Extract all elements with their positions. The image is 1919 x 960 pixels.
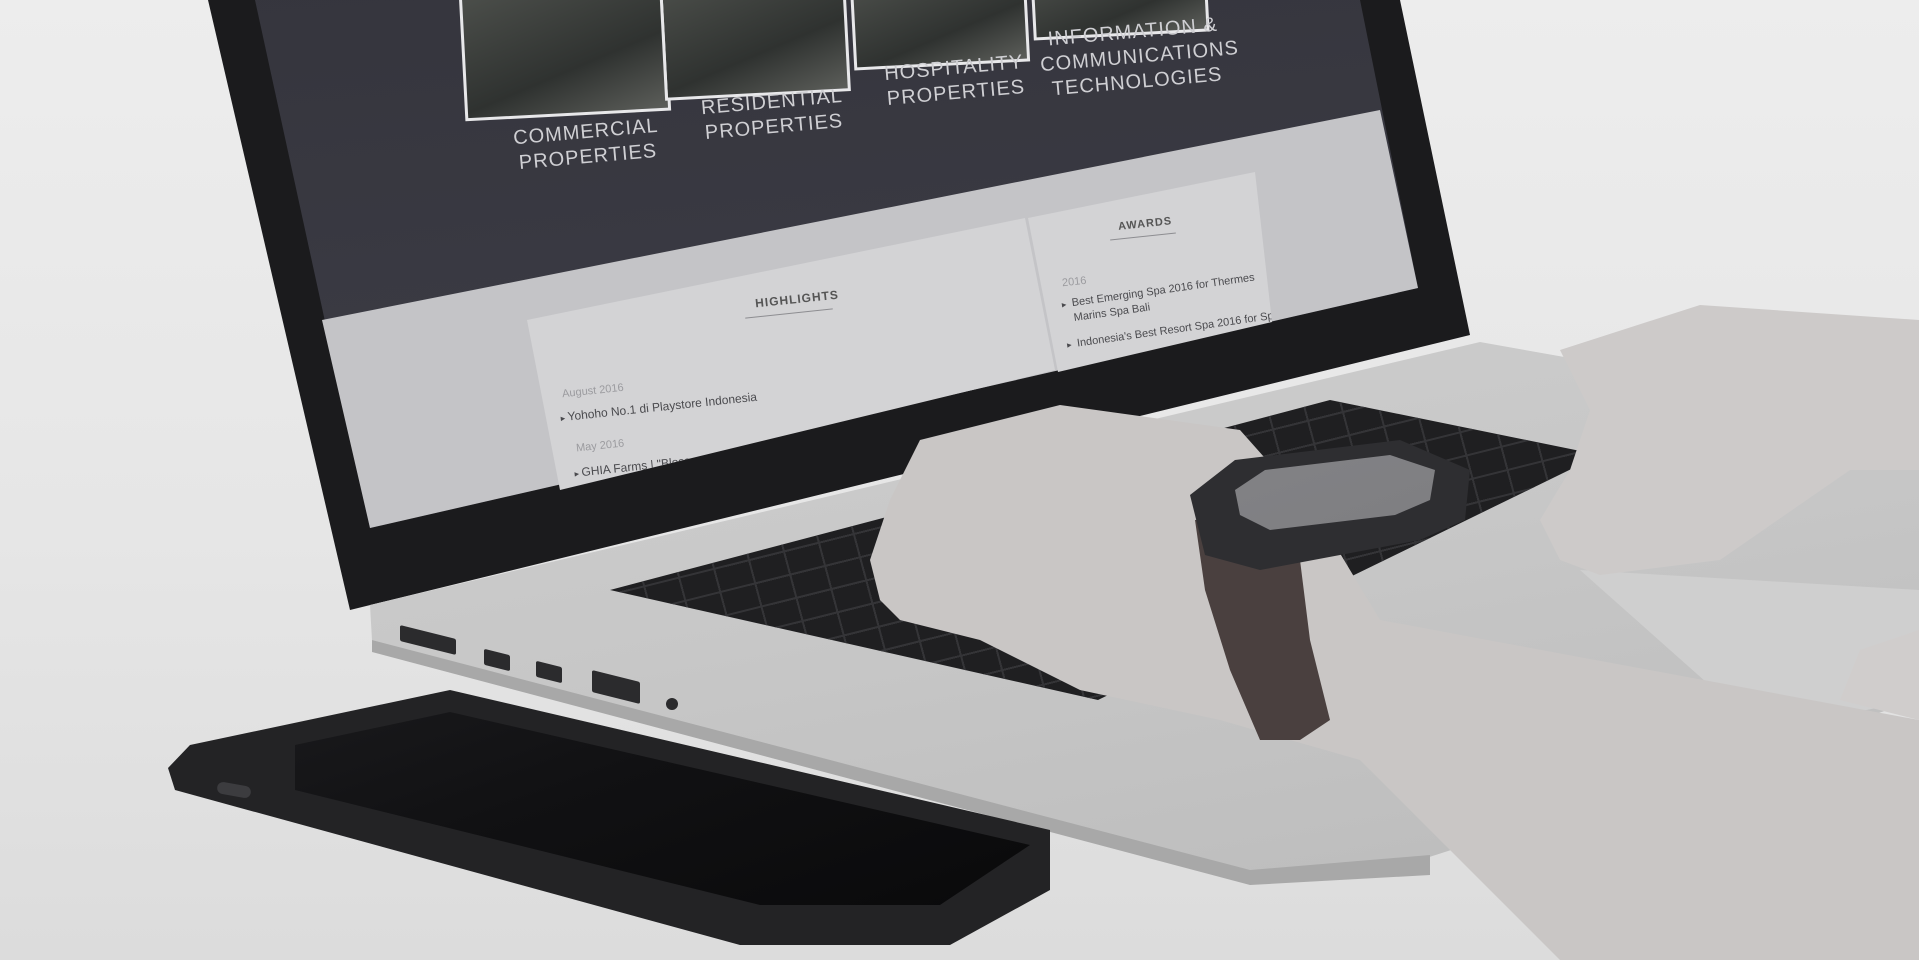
- awards-divider: [1110, 232, 1176, 241]
- award-line: Best Emerging Spa 2016 for Thermes: [1070, 271, 1256, 310]
- highlights-title: HIGHLIGHTS: [754, 287, 840, 311]
- commercial-thumbnail[interactable]: [458, 0, 672, 122]
- photo-scene: COMMERCIAL PROPERTIES RESIDENTIAL PROPER…: [0, 0, 1919, 960]
- awards-year: 2016: [1061, 274, 1088, 290]
- headphone-jack: [666, 698, 678, 710]
- highlight-date: August 2016: [561, 381, 625, 401]
- awards-title: AWARDS: [1117, 215, 1173, 233]
- highlight-date: May 2016: [575, 437, 625, 455]
